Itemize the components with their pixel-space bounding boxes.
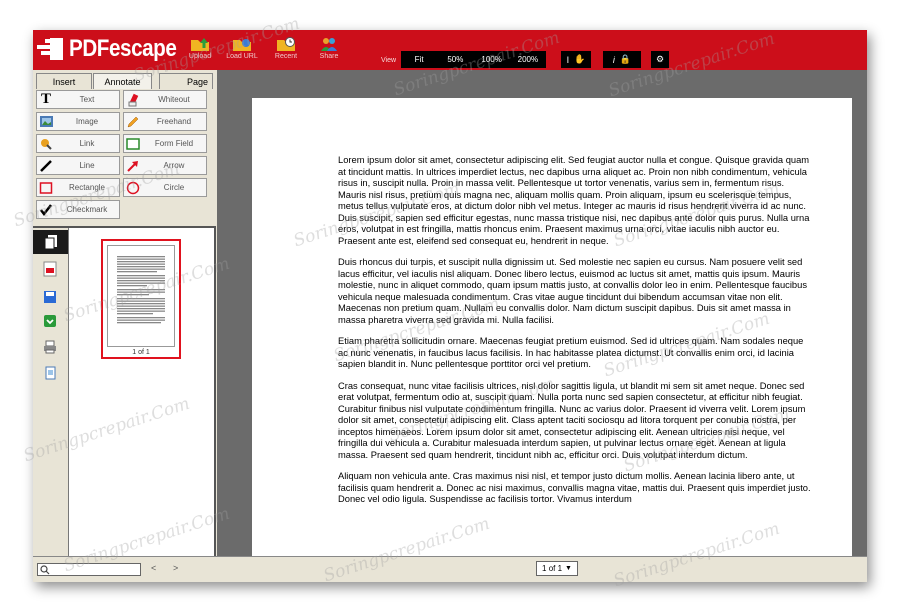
image-tool[interactable]: Image bbox=[36, 112, 120, 131]
text-icon: T bbox=[40, 91, 51, 107]
thumbnail-pane: 1 of 1 bbox=[69, 228, 216, 556]
thumbnail-page-label: 1 of 1 bbox=[132, 349, 150, 356]
search-prev-button[interactable]: < bbox=[151, 563, 156, 573]
save-button[interactable] bbox=[41, 288, 59, 306]
info-lock-tools: i 🔒 bbox=[603, 51, 641, 68]
share-icon bbox=[321, 38, 337, 51]
select-tools: I ✋ bbox=[561, 51, 591, 68]
paragraph: Etiam pharetra sollicitudin ornare. Maec… bbox=[338, 336, 804, 369]
tab-insert[interactable]: Insert bbox=[36, 73, 92, 89]
page-select-value: 1 of 1 bbox=[542, 564, 563, 573]
print-button[interactable] bbox=[41, 338, 59, 356]
print-icon bbox=[44, 340, 56, 354]
checkmark-tool[interactable]: Checkmark bbox=[36, 200, 120, 219]
tab-annotate[interactable]: Annotate bbox=[93, 73, 152, 89]
search-input[interactable] bbox=[37, 563, 141, 576]
pdf-document-icon bbox=[43, 261, 57, 277]
zoom-fit-button[interactable]: Fit bbox=[401, 55, 437, 64]
top-toolbar: PDFescape Upload Load URL Recent Share V… bbox=[33, 30, 867, 70]
upload-button[interactable]: Upload bbox=[179, 36, 221, 60]
freehand-tool[interactable]: Freehand bbox=[123, 112, 207, 131]
save-icon bbox=[44, 291, 56, 303]
upload-icon bbox=[191, 38, 209, 51]
link-icon bbox=[37, 135, 55, 152]
view-label: View bbox=[381, 57, 397, 64]
upload-label: Upload bbox=[188, 53, 212, 60]
link-tool[interactable]: Link bbox=[36, 134, 120, 153]
logo: PDFescape bbox=[37, 35, 194, 63]
lock-icon[interactable]: 🔒 bbox=[620, 54, 631, 65]
search-next-button[interactable]: > bbox=[173, 563, 178, 573]
page-properties-button[interactable] bbox=[41, 364, 59, 382]
paragraph: Lorem ipsum dolor sit amet, consectetur … bbox=[338, 155, 810, 246]
pdf-page[interactable]: Lorem ipsum dolor sit amet, consectetur … bbox=[252, 98, 852, 556]
circle-icon bbox=[124, 179, 142, 196]
page-select[interactable]: 1 of 1 ▼ bbox=[536, 561, 578, 576]
circle-tool[interactable]: Circle bbox=[123, 178, 207, 197]
save-download-button[interactable] bbox=[41, 312, 59, 330]
line-tool[interactable]: Line bbox=[36, 156, 120, 175]
info-icon[interactable]: i bbox=[613, 55, 615, 65]
tool-grid: T Text Whiteout Image Freehand Link Form… bbox=[36, 88, 214, 228]
rectangle-icon bbox=[37, 179, 55, 196]
text-cursor-icon[interactable]: I bbox=[567, 55, 570, 65]
thumbnail-text-preview bbox=[117, 256, 165, 324]
pdfescape-window: PDFescape Upload Load URL Recent Share V… bbox=[33, 30, 867, 582]
zoom-100-button[interactable]: 100% bbox=[474, 55, 510, 64]
paragraph: Duis rhoncus dui turpis, et suscipit nul… bbox=[338, 257, 807, 325]
checkmark-icon bbox=[37, 201, 55, 218]
paragraph: Aliquam non vehicula ante. Cras maximus … bbox=[338, 471, 811, 504]
arrow-icon bbox=[124, 157, 142, 174]
zoom-bar: Fit 50% 100% 200% bbox=[401, 51, 546, 68]
page-thumbnail[interactable]: 1 of 1 bbox=[101, 239, 181, 359]
recent-button[interactable]: Recent bbox=[265, 36, 307, 60]
pencil-icon bbox=[124, 113, 142, 130]
settings-button[interactable]: ⚙ bbox=[651, 51, 669, 68]
pages-icon bbox=[44, 235, 57, 250]
bottom-bar: < > 1 of 1 ▼ bbox=[33, 556, 867, 582]
page-properties-icon bbox=[45, 366, 56, 380]
text-tool[interactable]: T Text bbox=[36, 90, 120, 109]
dropdown-arrow-icon: ▼ bbox=[565, 565, 572, 572]
logo-mark-icon bbox=[37, 36, 65, 62]
share-label: Share bbox=[319, 53, 339, 60]
share-button[interactable]: Share bbox=[308, 36, 350, 60]
tab-page[interactable]: Page bbox=[159, 73, 213, 89]
load-url-label: Load URL bbox=[226, 53, 258, 60]
whiteout-tool[interactable]: Whiteout bbox=[123, 90, 207, 109]
rectangle-tool[interactable]: Rectangle bbox=[36, 178, 120, 197]
zoom-200-button[interactable]: 200% bbox=[510, 55, 546, 64]
download-icon bbox=[44, 315, 56, 327]
logo-text: PDFescape bbox=[69, 35, 177, 62]
zoom-50-button[interactable]: 50% bbox=[437, 55, 473, 64]
side-strip bbox=[33, 228, 69, 556]
pages-view-button[interactable] bbox=[33, 230, 68, 254]
tab-bar: Insert Annotate Page bbox=[33, 70, 216, 89]
load-url-icon bbox=[233, 39, 251, 51]
gear-icon: ⚙ bbox=[655, 54, 665, 64]
line-icon bbox=[37, 157, 55, 174]
document-viewer[interactable]: Lorem ipsum dolor sit amet, consectetur … bbox=[217, 70, 867, 556]
pdf-document-button[interactable] bbox=[41, 260, 59, 278]
image-icon bbox=[37, 113, 55, 130]
thumbnail-page bbox=[107, 245, 175, 347]
form-field-tool[interactable]: Form Field bbox=[123, 134, 207, 153]
form-field-icon bbox=[124, 135, 142, 152]
search-icon bbox=[40, 564, 50, 574]
page-text: Lorem ipsum dolor sit amet, consectetur … bbox=[338, 155, 814, 516]
recent-label: Recent bbox=[274, 53, 298, 60]
load-url-button[interactable]: Load URL bbox=[221, 36, 263, 60]
hand-icon[interactable]: ✋ bbox=[574, 54, 585, 65]
recent-icon bbox=[277, 37, 295, 51]
paragraph: Cras consequat, nunc vitae facilisis ult… bbox=[338, 380, 806, 460]
whiteout-icon bbox=[124, 91, 142, 108]
arrow-tool[interactable]: Arrow bbox=[123, 156, 207, 175]
